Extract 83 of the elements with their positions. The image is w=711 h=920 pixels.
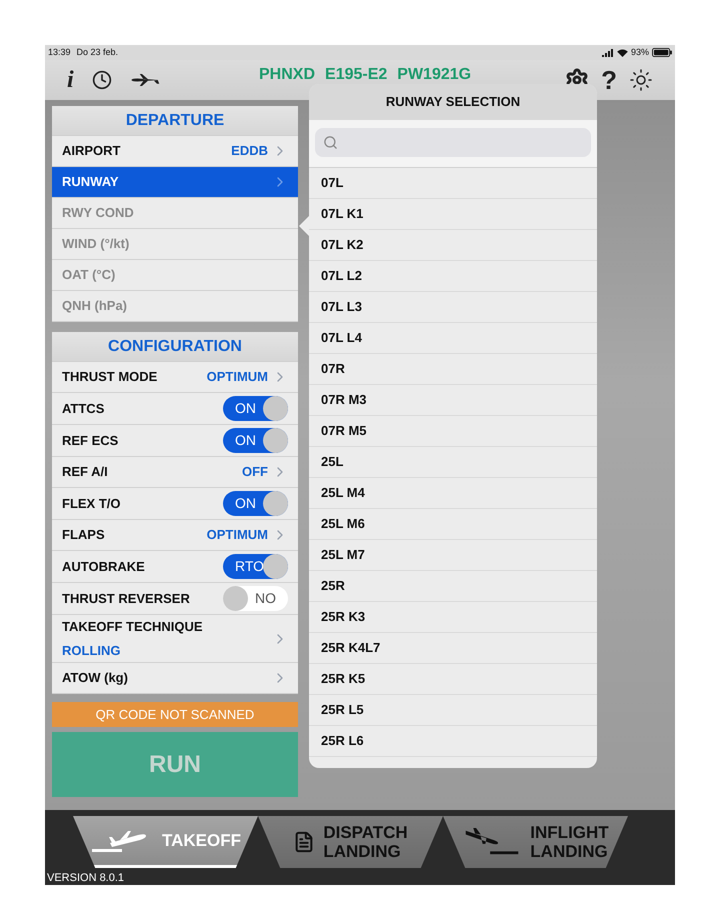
tab[interactable]: DISPATCH LANDING xyxy=(258,816,443,868)
status-date: Do 23 feb. xyxy=(76,46,118,59)
setting-label: AUTOBRAKE xyxy=(62,558,145,576)
runway-item[interactable]: 07R M3 xyxy=(309,385,597,416)
setting-row[interactable]: RUNWAY xyxy=(52,167,298,198)
setting-label: THRUST REVERSER xyxy=(62,590,190,608)
toggle-switch[interactable]: NO xyxy=(223,586,288,611)
setting-label: FLAPS xyxy=(62,526,105,544)
setting-row[interactable]: THRUST REVERSER NO xyxy=(52,583,298,615)
setting-label: OAT (°C) xyxy=(62,266,116,284)
runway-item[interactable]: 25L M4 xyxy=(309,478,597,509)
runway-item[interactable]: 25L M6 xyxy=(309,509,597,540)
aircraft-info: PHNXD xyxy=(259,67,316,83)
runway-item[interactable]: 07L L4 xyxy=(309,323,597,354)
setting-label: THRUST MODE xyxy=(62,368,158,386)
clock-icon[interactable] xyxy=(92,70,112,90)
battery-icon xyxy=(652,48,672,57)
setting-label: FLEX T/O xyxy=(62,494,120,513)
tab-label: TAKEOFF xyxy=(162,831,241,850)
signal-icon xyxy=(602,48,614,56)
tab-label: DISPATCH xyxy=(323,823,408,842)
toggle-switch[interactable]: ON xyxy=(223,428,288,453)
battery-level: 93% xyxy=(630,46,649,59)
runway-item[interactable]: 25R K5 xyxy=(309,664,597,695)
setting-label: TAKEOFF TECHNIQUE xyxy=(62,618,203,636)
setting-value: OPTIMUM xyxy=(206,368,268,386)
setting-label: RUNWAY xyxy=(62,173,119,192)
toggle-switch[interactable]: ON xyxy=(223,396,288,421)
runway-item[interactable]: 25R xyxy=(309,571,597,602)
runway-item[interactable]: 25L xyxy=(309,447,597,478)
runway-item[interactable]: 25R L5 xyxy=(309,695,597,726)
setting-label: REF A/I xyxy=(62,463,108,482)
setting-value: ROLLING xyxy=(62,642,122,660)
tab-label: LANDING xyxy=(530,842,609,861)
setting-value: OPTIMUM xyxy=(206,526,268,544)
runway-item[interactable]: 07L xyxy=(309,168,597,199)
toggle-text: ON xyxy=(235,431,256,450)
runway-item[interactable]: 25R L6 xyxy=(309,726,597,757)
section-title: CONFIGURATION xyxy=(108,336,242,356)
runway-item[interactable]: 25R K3 xyxy=(309,602,597,633)
tab[interactable]: INFLIGHT LANDING xyxy=(443,816,628,868)
runway-item[interactable]: 07L K2 xyxy=(309,230,597,261)
section-title: DEPARTURE xyxy=(126,110,224,130)
tab-label: LANDING xyxy=(323,842,402,861)
runway-item[interactable]: 25L M7 xyxy=(309,540,597,571)
search-field[interactable] xyxy=(315,128,591,157)
runway-item[interactable]: 07L K1 xyxy=(309,199,597,230)
setting-label: REF ECS xyxy=(62,432,118,450)
version-label: VERSION 8.0.1 xyxy=(47,872,124,885)
info-button[interactable]: i xyxy=(67,62,74,98)
brightness-icon[interactable] xyxy=(629,68,653,92)
tab-label: INFLIGHT xyxy=(530,823,609,842)
setting-label: AIRPORT xyxy=(62,142,120,160)
toggle-text: RTO xyxy=(235,557,264,576)
aircraft-info: E195-E2 xyxy=(325,67,388,83)
status-time: 13:39 xyxy=(48,46,71,59)
runway-item[interactable]: 07L L3 xyxy=(309,292,597,323)
setting-value: EDDB xyxy=(231,142,268,160)
runway-item[interactable]: 25R K4L7 xyxy=(309,633,597,664)
popover-title: RUNWAY SELECTION xyxy=(386,93,520,112)
runway-item[interactable]: 07L L2 xyxy=(309,261,597,292)
setting-label: RWY COND xyxy=(62,204,134,222)
setting-label: ATOW (kg) xyxy=(62,669,128,688)
help-button[interactable]: ? xyxy=(601,60,617,100)
setting-row[interactable]: AUTOBRAKE RTO xyxy=(52,551,298,583)
toggle-text: ON xyxy=(235,494,256,513)
toggle-switch[interactable]: ON xyxy=(223,491,288,516)
toggle-text: ON xyxy=(235,399,256,418)
setting-label: WIND (°/kt) xyxy=(62,235,130,254)
setting-row[interactable]: FLEX T/O ON xyxy=(52,488,298,520)
search-icon xyxy=(323,135,338,150)
runway-item[interactable]: 07R M5 xyxy=(309,416,597,447)
toggle-switch[interactable]: RTO xyxy=(223,554,288,579)
toggle-text: NO xyxy=(255,589,276,608)
setting-label: ATTCS xyxy=(62,400,104,418)
aircraft-info: PW1921G xyxy=(397,67,472,83)
setting-row[interactable]: REF ECS ON xyxy=(52,425,298,457)
qr-status-banner: QR CODE NOT SCANNED xyxy=(52,702,298,727)
setting-row[interactable]: ATTCS ON xyxy=(52,393,298,425)
wifi-icon xyxy=(616,48,628,56)
runway-item[interactable]: 07R xyxy=(309,354,597,385)
setting-value: OFF xyxy=(242,463,268,482)
setting-label: QNH (hPa) xyxy=(62,297,127,316)
